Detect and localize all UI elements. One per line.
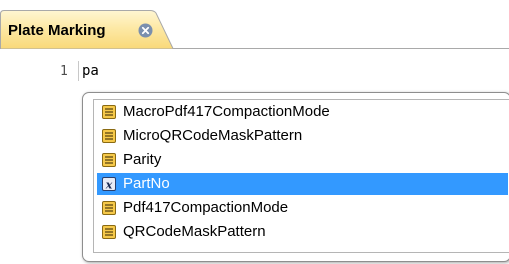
autocomplete-item-microqrcodemaskpattern[interactable]: MicroQRCodeMaskPattern bbox=[97, 125, 508, 147]
tab-plate-marking[interactable]: Plate Marking bbox=[0, 0, 174, 49]
autocomplete-item-pdf417compactionmode[interactable]: Pdf417CompactionMode bbox=[97, 197, 508, 219]
line-number: 1 bbox=[60, 64, 68, 79]
item-label: Pdf417CompactionMode bbox=[123, 199, 289, 216]
item-label: PartNo bbox=[123, 175, 170, 192]
tab-title: Plate Marking bbox=[8, 22, 106, 39]
autocomplete-item-macropdf417compactionmode[interactable]: MacroPdf417CompactionMode bbox=[97, 101, 508, 123]
autocomplete-popup: MacroPdf417CompactionMode MicroQRCodeMas… bbox=[82, 92, 509, 262]
enum-icon bbox=[102, 225, 116, 239]
tab-strip: Plate Marking bbox=[0, 0, 509, 49]
autocomplete-item-partno[interactable]: x PartNo bbox=[97, 173, 508, 195]
gutter-divider bbox=[78, 61, 79, 81]
enum-icon bbox=[102, 153, 116, 167]
item-label: MacroPdf417CompactionMode bbox=[123, 103, 330, 120]
autocomplete-item-qrcodemaskpattern[interactable]: QRCodeMaskPattern bbox=[97, 221, 508, 243]
close-icon[interactable] bbox=[138, 23, 153, 38]
variable-icon: x bbox=[102, 177, 116, 192]
item-label: QRCodeMaskPattern bbox=[123, 223, 266, 240]
svg-text:x: x bbox=[105, 179, 113, 192]
item-label: Parity bbox=[123, 151, 162, 168]
enum-icon bbox=[102, 105, 116, 119]
code-line[interactable]: pa bbox=[82, 63, 99, 79]
autocomplete-list[interactable]: MacroPdf417CompactionMode MicroQRCodeMas… bbox=[93, 99, 509, 253]
item-label: MicroQRCodeMaskPattern bbox=[123, 127, 303, 144]
enum-icon bbox=[102, 129, 116, 143]
enum-icon bbox=[102, 201, 116, 215]
autocomplete-item-parity[interactable]: Parity bbox=[97, 149, 508, 171]
